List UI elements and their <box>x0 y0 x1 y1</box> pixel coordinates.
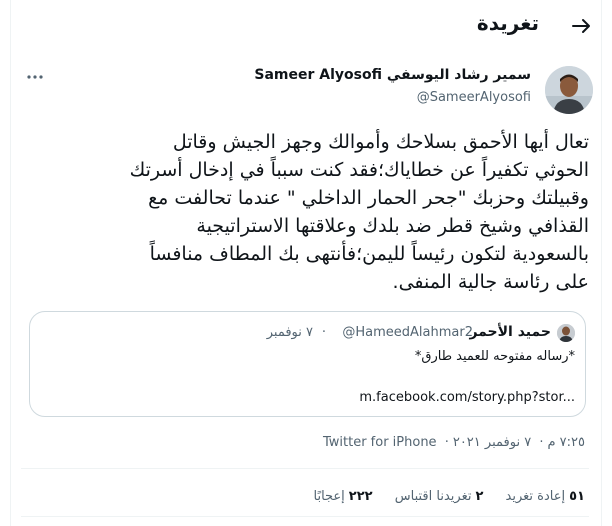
quoted-tweet[interactable]: حميد الأحمر @HameedAlahmar2 · ٧ نوفمبر *… <box>29 311 586 417</box>
divider <box>21 516 589 517</box>
quoted-separator: · <box>321 325 326 340</box>
tweet-text: تعال أيها الأحمق بسلاحك وأموالك وجهز الج… <box>129 131 589 293</box>
likes-count: ٢٢٢ <box>348 489 373 504</box>
meta-separator: · <box>539 435 544 450</box>
quotes-count: ٢ <box>475 489 484 504</box>
quoted-author-name: حميد الأحمر <box>469 324 551 340</box>
tweet-stats: ٥١إعادة تغريد ٢تغريدنا اقتباس ٢٢٢إعجابًا <box>295 489 585 504</box>
tweet-time[interactable]: ٧:٢٥ م <box>547 435 585 450</box>
quoted-date: ٧ نوفمبر <box>266 325 313 340</box>
more-icon[interactable] <box>25 72 45 82</box>
retweets-label: إعادة تغريد <box>505 489 566 504</box>
tweet-date[interactable]: ٧ نوفمبر ٢٠٢١ <box>453 435 531 450</box>
author-avatar[interactable] <box>545 66 593 114</box>
divider <box>21 468 589 469</box>
quoted-link[interactable]: m.facebook.com/story.php?stor... <box>359 390 575 405</box>
page-title: تغريدة <box>476 11 539 35</box>
tweet-meta: ٧:٢٥ م· ٧ نوفمبر ٢٠٢١· Twitter for iPhon… <box>319 435 585 450</box>
back-arrow-icon[interactable] <box>569 14 593 38</box>
meta-separator: · <box>444 435 449 450</box>
quoted-text: *رساله مفتوحه للعميد طارق* <box>414 349 575 364</box>
retweets-stat[interactable]: ٥١إعادة تغريد <box>506 489 585 504</box>
retweets-count: ٥١ <box>569 489 585 504</box>
quoted-author-handle: @HameedAlahmar2 <box>342 325 473 340</box>
page-header: تغريدة <box>11 0 603 53</box>
quoted-author-avatar <box>557 324 575 342</box>
author-name[interactable]: سمير رشاد اليوسفي Sameer Alyosofi <box>254 67 531 83</box>
quotes-stat[interactable]: ٢تغريدنا اقتباس <box>395 489 484 504</box>
tweet-page: تغريدة سمير رشاد اليوسفي Sameer Alyosofi… <box>10 0 602 526</box>
tweet-source[interactable]: Twitter for iPhone <box>323 435 437 450</box>
quotes-label: تغريدنا اقتباس <box>394 489 472 504</box>
likes-stat[interactable]: ٢٢٢إعجابًا <box>313 489 372 504</box>
author-handle[interactable]: @SameerAlyosofi <box>417 90 531 105</box>
likes-label: إعجابًا <box>313 489 345 504</box>
